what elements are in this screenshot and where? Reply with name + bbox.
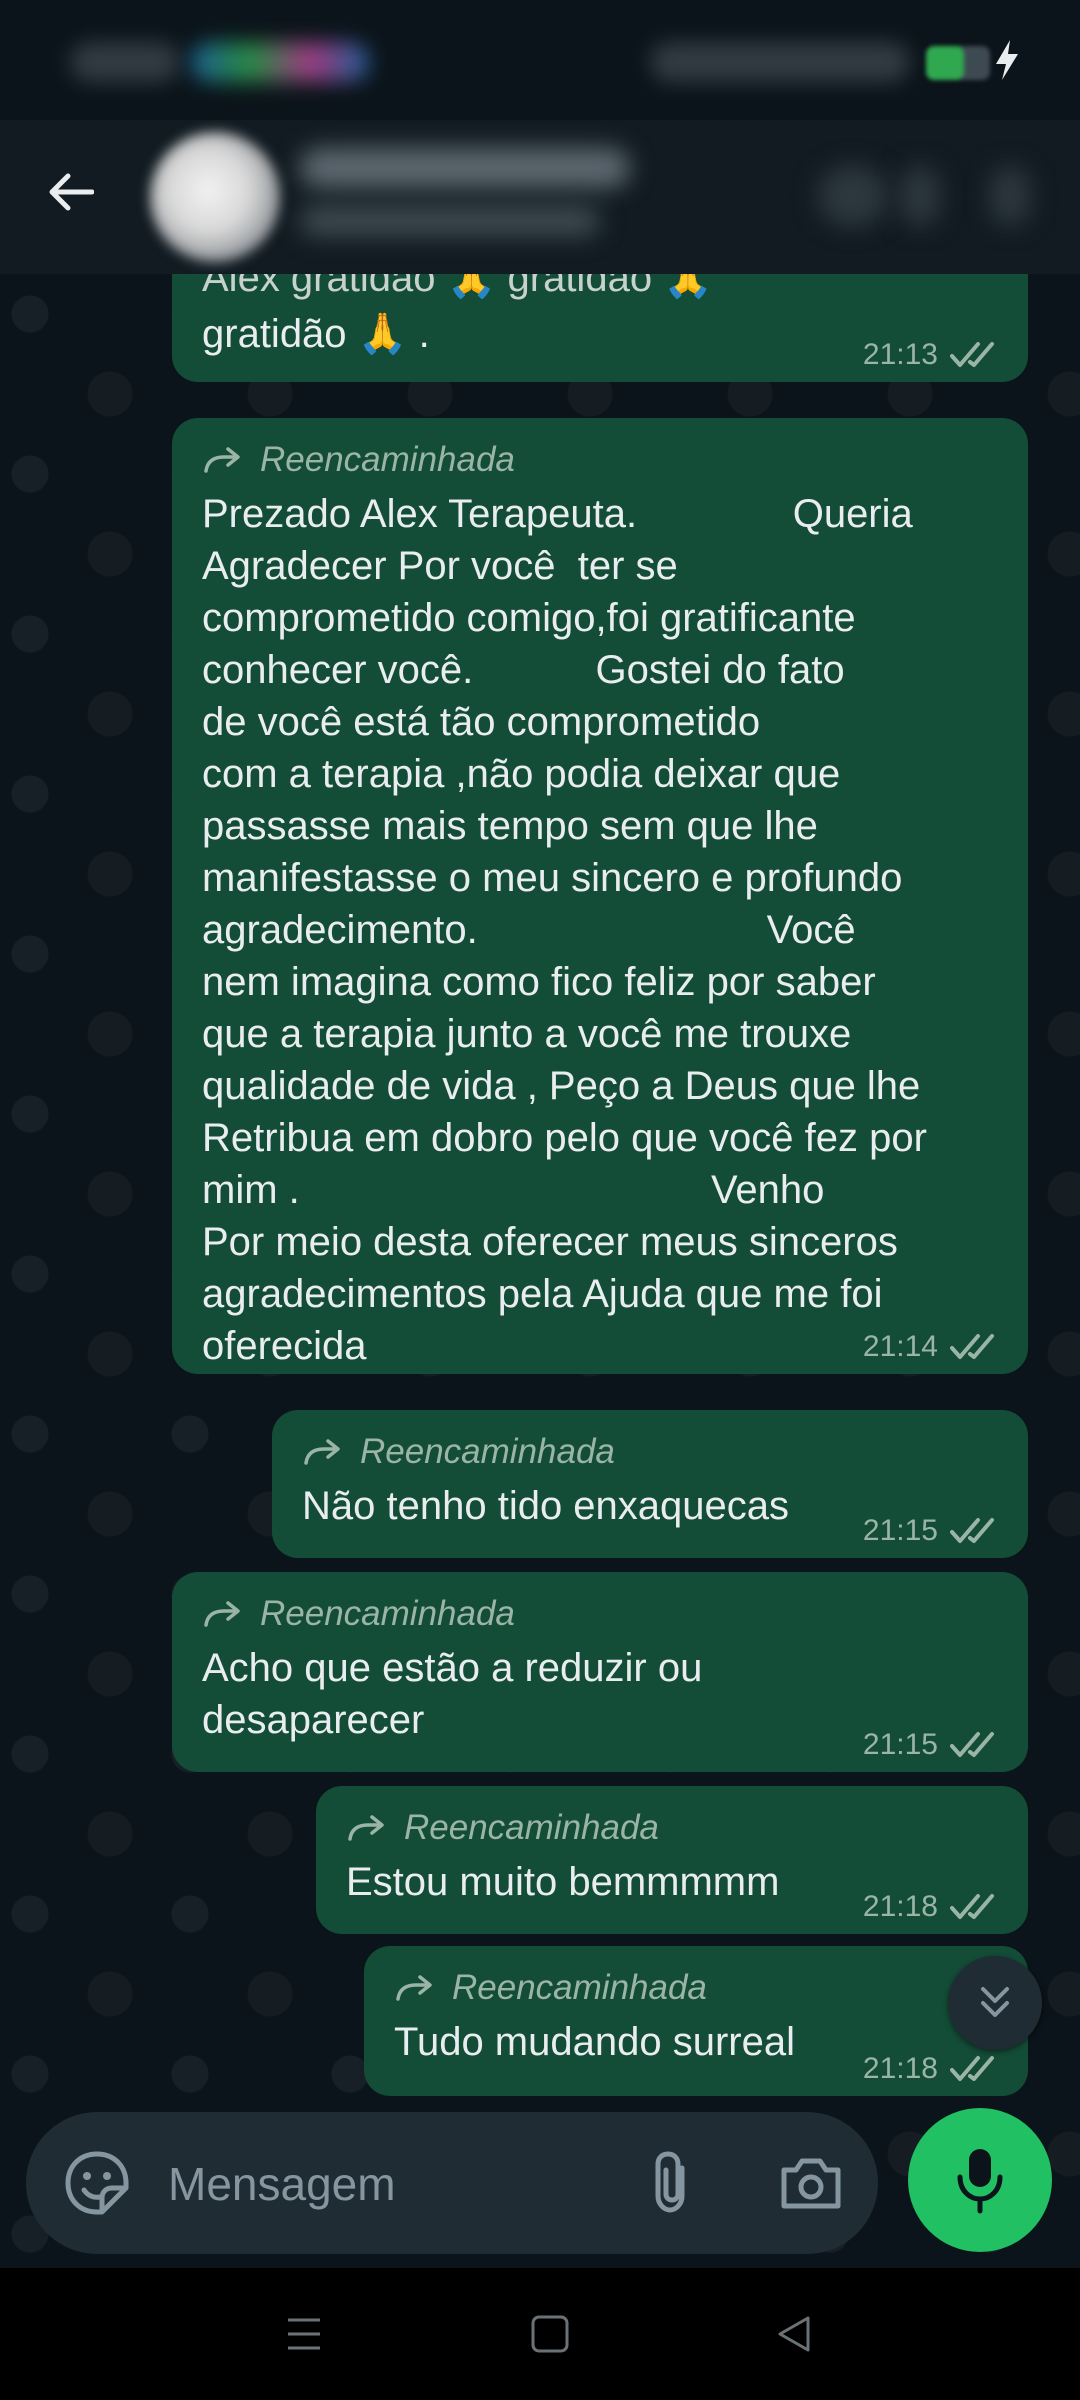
add-call-icon[interactable] [900, 166, 940, 226]
recents-button[interactable] [274, 2304, 334, 2364]
forwarded-text: Reencaminhada [452, 1968, 707, 2007]
camera-icon[interactable] [776, 2148, 846, 2218]
forward-icon [304, 1439, 340, 1465]
paperclip-icon[interactable] [638, 2148, 708, 2218]
message-meta: 21:13 [863, 338, 1002, 372]
system-navigation-bar [0, 2268, 1080, 2400]
message-time: 21:14 [862, 1330, 938, 1363]
back-nav-button[interactable] [764, 2304, 824, 2364]
double-check-icon [950, 1518, 994, 1543]
message-bubble[interactable]: Reencaminhada Acho que estão a reduzir o… [172, 1572, 1028, 1772]
menu-lines-icon [288, 2318, 320, 2350]
contact-status-blurred [300, 206, 600, 236]
message-composer [26, 2112, 878, 2254]
status-notification-icons-blurred [190, 42, 370, 82]
forward-icon [204, 447, 240, 473]
message-text: Prezado Alex Terapeuta. Queria Agradecer… [202, 492, 927, 1368]
message-meta: 21:18 [863, 2052, 1002, 2086]
status-system-icons-blurred [650, 42, 910, 82]
forwarded-text: Reencaminhada [360, 1432, 615, 1471]
forward-icon [204, 1601, 240, 1627]
message-bubble[interactable]: Alex gratidão 🙏 gratidão 🙏 gratidão 🙏 . … [172, 274, 1028, 382]
double-check-icon [950, 2056, 994, 2081]
double-check-icon [950, 1894, 994, 1919]
voice-message-button[interactable] [908, 2108, 1052, 2252]
chat-area[interactable]: Alex gratidão 🙏 gratidão 🙏 gratidão 🙏 . … [0, 274, 1080, 2268]
double-check-icon [950, 1732, 994, 1757]
arrow-back-icon [49, 173, 94, 211]
message-bubble[interactable]: Reencaminhada Estou muito bemmmmm 21:18 [316, 1786, 1028, 1934]
message-bubble[interactable]: Reencaminhada Prezado Alex Terapeuta. Qu… [172, 418, 1028, 1374]
battery-icon [926, 46, 990, 80]
contact-name-blurred[interactable] [300, 148, 630, 188]
chat-header [0, 120, 1080, 274]
message-text-partial: Alex gratidão 🙏 gratidão 🙏 [202, 274, 713, 300]
back-button[interactable] [40, 162, 100, 222]
status-bar [0, 0, 1080, 120]
square-home-icon [531, 2315, 569, 2353]
message-time: 21:15 [862, 1514, 938, 1547]
message-time: 21:13 [862, 338, 938, 371]
forward-icon [396, 1975, 432, 2001]
forwarded-text: Reencaminhada [260, 440, 515, 479]
message-bubble[interactable]: Reencaminhada Tudo mudando surreal 21:18 [364, 1946, 1028, 2096]
message-input[interactable] [166, 2150, 630, 2218]
forward-icon [348, 1815, 384, 1841]
double-check-icon [950, 342, 994, 367]
message-meta: 21:18 [863, 1890, 1002, 1924]
more-options-icon[interactable] [990, 166, 1030, 226]
status-time-blurred [70, 42, 180, 82]
forwarded-label: Reencaminhada [302, 1428, 998, 1476]
message-time: 21:15 [862, 1728, 938, 1761]
sticker-icon[interactable] [62, 2148, 132, 2218]
forwarded-label: Reencaminhada [346, 1804, 998, 1852]
bolt-icon [996, 40, 1018, 80]
call-icon[interactable] [818, 166, 888, 226]
message-bubble[interactable]: Reencaminhada Não tenho tido enxaquecas … [272, 1410, 1028, 1558]
forwarded-text: Reencaminhada [404, 1808, 659, 1847]
forwarded-label: Reencaminhada [202, 436, 998, 484]
forwarded-label: Reencaminhada [202, 1590, 998, 1638]
forwarded-label: Reencaminhada [394, 1964, 998, 2012]
microphone-icon [957, 2149, 1003, 2214]
double-check-icon [950, 1334, 994, 1359]
message-meta: 21:14 [863, 1330, 1002, 1364]
message-time: 21:18 [862, 1890, 938, 1923]
message-time: 21:18 [862, 2052, 938, 2085]
home-button[interactable] [520, 2304, 580, 2364]
forwarded-text: Reencaminhada [260, 1594, 515, 1633]
message-meta: 21:15 [863, 1514, 1002, 1548]
scroll-to-bottom-button[interactable] [948, 1956, 1042, 2050]
avatar[interactable] [150, 132, 280, 262]
double-chevron-down-icon [981, 1987, 1009, 2017]
triangle-back-icon [778, 2316, 810, 2352]
message-meta: 21:15 [863, 1728, 1002, 1762]
